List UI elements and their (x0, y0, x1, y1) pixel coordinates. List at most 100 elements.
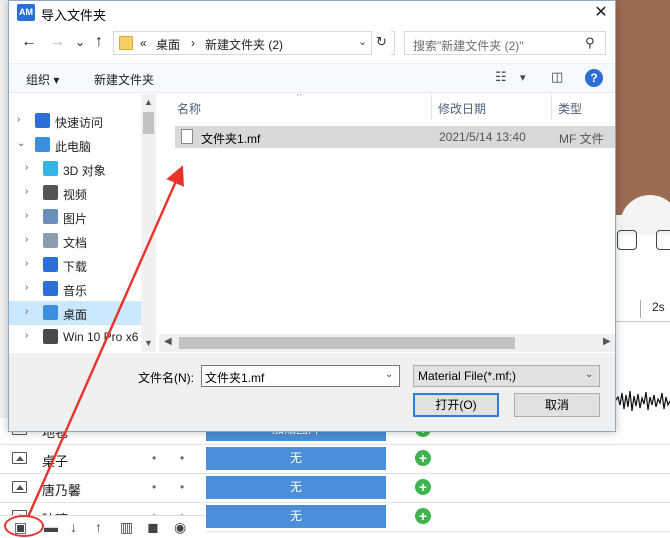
column-divider[interactable] (431, 94, 432, 120)
forward-arrow-icon[interactable]: → (49, 33, 65, 51)
dot-icon[interactable]: • (152, 451, 156, 465)
search-icon[interactable]: ⚲ (585, 35, 595, 51)
chevron-right-icon[interactable]: › (25, 186, 28, 197)
file-modified: 2021/5/14 13:40 (439, 130, 526, 144)
column-name[interactable]: 名称 (177, 100, 201, 117)
row-name: 桌子 (42, 454, 69, 469)
sort-caret-icon: ^ (297, 94, 302, 102)
refresh-icon[interactable]: ↻ (371, 31, 391, 55)
nav-item-label: 下载 (63, 260, 88, 274)
search-placeholder: 搜索"新建文件夹 (2)" (413, 39, 524, 53)
chevron-down-icon[interactable]: ⌄ (17, 138, 25, 149)
cancel-button[interactable]: 取消 (514, 393, 600, 417)
move-up-icon[interactable]: ↑ (95, 519, 102, 535)
plus-icon[interactable]: + (415, 479, 431, 495)
filetype-value: Material File(*.mf;) (418, 369, 517, 383)
chevron-right-icon[interactable]: › (25, 258, 28, 269)
chevron-right-icon[interactable]: › (25, 162, 28, 173)
nav-tree-item[interactable]: › Win 10 Pro x6 (9, 325, 141, 349)
title-bar: AM 导入文件夹 ✕ (9, 1, 615, 25)
nav-tree-item[interactable]: › 快速访问 (9, 109, 141, 133)
scroll-down-icon[interactable]: ▼ (144, 338, 153, 348)
import-folder-dialog: AM 导入文件夹 ✕ ← → ⌄ ↑ « 桌面 › 新建文件夹 (2) ⌄ ↻ … (8, 0, 616, 432)
scroll-up-icon[interactable]: ▲ (144, 97, 153, 107)
file-row[interactable]: 文件夹1.mf 2021/5/14 13:40 MF 文件 (175, 126, 615, 148)
plus-icon[interactable]: + (415, 450, 431, 466)
nav-tree-item[interactable]: › 3D 对象 (9, 157, 141, 181)
move-down-icon[interactable]: ↓ (70, 519, 77, 535)
nav-tree-item[interactable]: ⌄ 此电脑 (9, 133, 141, 157)
breadcrumb-overflow[interactable]: « (140, 36, 147, 50)
file-type: MF 文件 (559, 132, 604, 146)
preview-pane-icon[interactable]: ◫ (551, 69, 563, 85)
nav-item-icon (43, 233, 58, 248)
chevron-down-icon[interactable]: ⌄ (385, 369, 393, 380)
annotation-circle (4, 515, 44, 537)
chevron-down-icon[interactable]: ▾ (520, 71, 526, 84)
file-list: ^ 名称 修改日期 类型 文件夹1.mf 2021/5/14 13:40 MF … (159, 94, 615, 334)
nav-tree-item[interactable]: › 桌面 (9, 301, 141, 325)
chevron-right-icon[interactable]: › (25, 282, 28, 293)
nav-tree-item[interactable]: › 文档 (9, 229, 141, 253)
column-divider[interactable] (551, 94, 552, 120)
nav-tree-item[interactable]: › 图片 (9, 205, 141, 229)
breadcrumb-folder[interactable]: 新建文件夹 (2) (205, 36, 283, 53)
ruler-tick (640, 300, 641, 318)
nav-tree-item[interactable]: › 视频 (9, 181, 141, 205)
breadcrumb-desktop[interactable]: 桌面 (156, 36, 180, 53)
horizontal-scrollbar[interactable]: ◀ ▶ (159, 334, 615, 352)
chevron-right-icon[interactable]: › (25, 330, 28, 341)
organize-button[interactable]: 组织 ▾ (26, 71, 59, 88)
ruler-label: 2s (652, 300, 665, 314)
column-modified[interactable]: 修改日期 (438, 100, 486, 117)
recent-locations-icon[interactable]: ⌄ (75, 35, 85, 49)
chevron-down-icon[interactable]: ⌄ (585, 369, 593, 380)
dot-icon[interactable]: • (152, 480, 156, 494)
filename-input[interactable]: 文件夹1.mf ⌄ (201, 365, 400, 387)
filename-value: 文件夹1.mf (205, 371, 265, 385)
bg-tool-icon[interactable] (656, 230, 670, 250)
back-arrow-icon[interactable]: ← (21, 33, 37, 51)
folder-icon[interactable]: ▬ (44, 519, 58, 535)
nav-tree-item[interactable]: › 下载 (9, 253, 141, 277)
tree-scrollbar[interactable]: ▲ ▼ (141, 94, 156, 352)
scroll-left-icon[interactable]: ◀ (164, 336, 172, 347)
chevron-right-icon[interactable]: › (25, 306, 28, 317)
bg-tool-icon[interactable] (617, 230, 637, 250)
close-button[interactable]: ✕ (587, 1, 615, 25)
scroll-thumb[interactable] (143, 112, 154, 134)
eye-icon[interactable]: ◉ (174, 519, 186, 536)
scroll-thumb[interactable] (179, 337, 515, 349)
trash-icon[interactable]: ▥ (120, 519, 133, 536)
chevron-right-icon[interactable]: › (25, 210, 28, 221)
chevron-right-icon[interactable]: › (17, 114, 20, 125)
breadcrumb-separator[interactable]: › (191, 36, 195, 50)
address-bar[interactable]: « 桌面 › 新建文件夹 (2) ⌄ (113, 31, 395, 55)
up-arrow-icon[interactable]: ↑ (95, 33, 103, 51)
nav-item-icon (43, 305, 58, 320)
dot-icon[interactable]: • (180, 451, 184, 465)
row-bar[interactable]: 无 (206, 505, 386, 528)
chevron-down-icon[interactable]: ⌄ (358, 35, 367, 48)
nav-item-label: 快速访问 (55, 116, 104, 130)
nav-item-icon (43, 185, 58, 200)
open-button[interactable]: 打开(O) (413, 393, 499, 417)
file-name: 文件夹1.mf (201, 132, 261, 146)
filetype-select[interactable]: Material File(*.mf;) ⌄ (413, 365, 600, 387)
scroll-right-icon[interactable]: ▶ (603, 336, 611, 347)
column-type[interactable]: 类型 (558, 100, 582, 117)
new-folder-button[interactable]: 新建文件夹 (94, 71, 154, 88)
row-bar[interactable]: 无 (206, 447, 386, 470)
lock-icon[interactable]: ◼ (147, 519, 159, 536)
plus-icon[interactable]: + (415, 508, 431, 524)
row-bar[interactable]: 无 (206, 476, 386, 499)
table-row[interactable]: 唐乃馨 • • 无 + (0, 473, 670, 503)
view-options-icon[interactable]: ☷ (495, 69, 507, 85)
table-row[interactable]: 桌子 • • 无 + (0, 444, 670, 474)
nav-tree-item[interactable]: › 音乐 (9, 277, 141, 301)
dot-icon[interactable]: • (180, 480, 184, 494)
chevron-right-icon[interactable]: › (25, 234, 28, 245)
search-input[interactable]: 搜索"新建文件夹 (2)" ⚲ (404, 31, 606, 55)
help-icon[interactable]: ? (585, 69, 603, 87)
filename-label: 文件名(N): (138, 371, 194, 385)
